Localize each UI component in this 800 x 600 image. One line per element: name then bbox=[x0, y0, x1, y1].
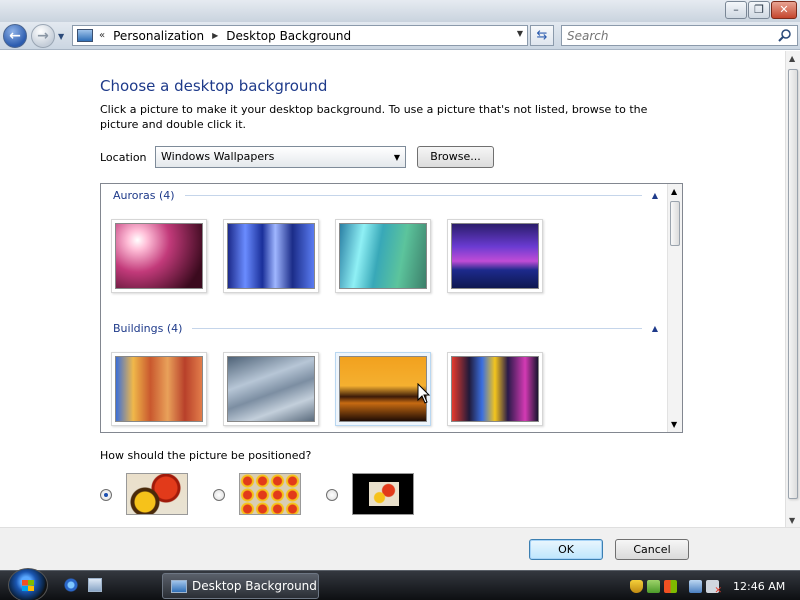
aurora-image bbox=[339, 223, 427, 289]
aurora-image bbox=[451, 223, 539, 289]
position-question: How should the picture be positioned? bbox=[100, 449, 312, 462]
content-area: Choose a desktop background Click a pict… bbox=[0, 51, 785, 527]
internet-explorer-icon[interactable] bbox=[64, 578, 78, 592]
volume-muted-icon[interactable] bbox=[706, 579, 722, 596]
search-input[interactable] bbox=[562, 26, 762, 45]
building-image bbox=[339, 356, 427, 422]
scrollbar-thumb[interactable] bbox=[788, 69, 798, 499]
location-value: Windows Wallpapers bbox=[161, 150, 275, 163]
address-bar[interactable]: « Personalization ▶ Desktop Background ▼ bbox=[72, 25, 528, 46]
control-panel-icon bbox=[77, 29, 93, 42]
system-tray: 12:46 AM bbox=[630, 571, 800, 600]
scroll-down-icon[interactable]: ▼ bbox=[671, 420, 677, 429]
group-header-auroras[interactable]: Auroras (4) ▲ bbox=[113, 187, 658, 203]
breadcrumb-separator-icon[interactable]: ▶ bbox=[212, 31, 218, 40]
location-label: Location bbox=[100, 151, 147, 164]
mouse-cursor-icon bbox=[417, 383, 431, 404]
wallpaper-thumbnail[interactable] bbox=[223, 352, 319, 426]
group-divider bbox=[184, 194, 642, 196]
centered-image bbox=[369, 482, 399, 506]
windows-update-icon[interactable] bbox=[647, 579, 660, 593]
wallpaper-thumbnail[interactable] bbox=[111, 219, 207, 293]
wallpaper-thumbnail[interactable] bbox=[335, 219, 431, 293]
network-icon[interactable] bbox=[689, 579, 702, 593]
browse-button[interactable]: Browse... bbox=[417, 146, 494, 168]
building-image bbox=[451, 356, 539, 422]
windows-logo-icon bbox=[22, 580, 34, 591]
forward-button[interactable]: → bbox=[31, 24, 55, 48]
action-center-flag-icon[interactable] bbox=[664, 579, 677, 593]
position-tile-preview[interactable] bbox=[239, 473, 301, 515]
minimize-button[interactable]: – bbox=[725, 1, 747, 19]
caption-buttons: – ❐ ✕ bbox=[725, 1, 797, 19]
chevron-left-icon[interactable]: « bbox=[99, 30, 105, 41]
building-image bbox=[115, 356, 203, 422]
clock[interactable]: 12:46 AM bbox=[733, 580, 785, 593]
building-image bbox=[227, 356, 315, 422]
group-divider bbox=[192, 327, 642, 329]
maximize-button[interactable]: ❐ bbox=[748, 1, 770, 19]
wallpaper-thumbnail[interactable] bbox=[447, 352, 543, 426]
back-button[interactable]: ← bbox=[3, 24, 27, 48]
address-dropdown-icon[interactable]: ▼ bbox=[517, 29, 523, 38]
taskbar-item-desktop-background[interactable]: Desktop Background bbox=[162, 573, 319, 599]
breadcrumb-personalization[interactable]: Personalization bbox=[113, 29, 204, 43]
scroll-up-icon[interactable]: ▲ bbox=[671, 187, 677, 196]
gallery-scrollbar[interactable]: ▲ ▼ bbox=[667, 184, 682, 432]
thumbnail-row-auroras bbox=[111, 219, 543, 293]
collapse-icon[interactable]: ▲ bbox=[652, 324, 658, 333]
wallpaper-thumbnail[interactable] bbox=[447, 219, 543, 293]
group-title: Auroras (4) bbox=[113, 188, 175, 202]
breadcrumb-desktop-background[interactable]: Desktop Background bbox=[226, 29, 351, 43]
taskbar: Desktop Background 12:46 AM bbox=[0, 568, 800, 600]
ok-button[interactable]: OK bbox=[529, 539, 603, 560]
aurora-image bbox=[227, 223, 315, 289]
control-panel-icon bbox=[171, 579, 187, 593]
page-description: Click a picture to make it your desktop … bbox=[100, 103, 648, 131]
chevron-down-icon: ▼ bbox=[393, 153, 400, 162]
location-select[interactable]: Windows Wallpapers ▼ bbox=[155, 146, 406, 168]
collapse-icon[interactable]: ▲ bbox=[652, 191, 658, 200]
close-button[interactable]: ✕ bbox=[771, 1, 797, 19]
group-title: Buildings (4) bbox=[113, 321, 183, 335]
group-header-buildings[interactable]: Buildings (4) ▲ bbox=[113, 320, 658, 336]
security-shield-icon[interactable] bbox=[630, 579, 643, 593]
position-center-radio[interactable] bbox=[326, 489, 338, 501]
scrollbar-thumb[interactable] bbox=[670, 201, 680, 246]
dialog-footer: OK Cancel bbox=[0, 527, 800, 570]
cancel-button[interactable]: Cancel bbox=[615, 539, 689, 560]
navigation-bar: ← → ▼ « Personalization ▶ Desktop Backgr… bbox=[0, 22, 800, 50]
aurora-image bbox=[115, 223, 203, 289]
scroll-down-icon[interactable]: ▼ bbox=[789, 516, 795, 525]
search-icon[interactable] bbox=[778, 28, 792, 42]
wallpaper-thumbnail[interactable] bbox=[111, 352, 207, 426]
position-tile-radio[interactable] bbox=[213, 489, 225, 501]
title-bar: – ❐ ✕ bbox=[0, 0, 800, 22]
taskbar-item-label: Desktop Background bbox=[192, 579, 317, 593]
page-title: Choose a desktop background bbox=[100, 77, 328, 95]
position-center-preview[interactable] bbox=[352, 473, 414, 515]
wallpaper-thumbnail[interactable] bbox=[223, 219, 319, 293]
position-fill-preview[interactable] bbox=[126, 473, 188, 515]
switch-windows-icon[interactable] bbox=[88, 578, 102, 592]
wallpaper-gallery[interactable]: Auroras (4) ▲ Buildings (4) ▲ ▲ ▼ bbox=[100, 183, 683, 433]
position-fill-radio[interactable] bbox=[100, 489, 112, 501]
search-box[interactable] bbox=[561, 25, 798, 46]
refresh-button[interactable]: ⇆ bbox=[530, 25, 554, 46]
start-button[interactable] bbox=[8, 568, 48, 600]
page-scrollbar[interactable]: ▲ ▼ bbox=[785, 51, 800, 527]
thumbnail-row-buildings bbox=[111, 352, 543, 426]
recent-pages-dropdown[interactable]: ▼ bbox=[58, 32, 64, 41]
scroll-up-icon[interactable]: ▲ bbox=[789, 54, 795, 63]
